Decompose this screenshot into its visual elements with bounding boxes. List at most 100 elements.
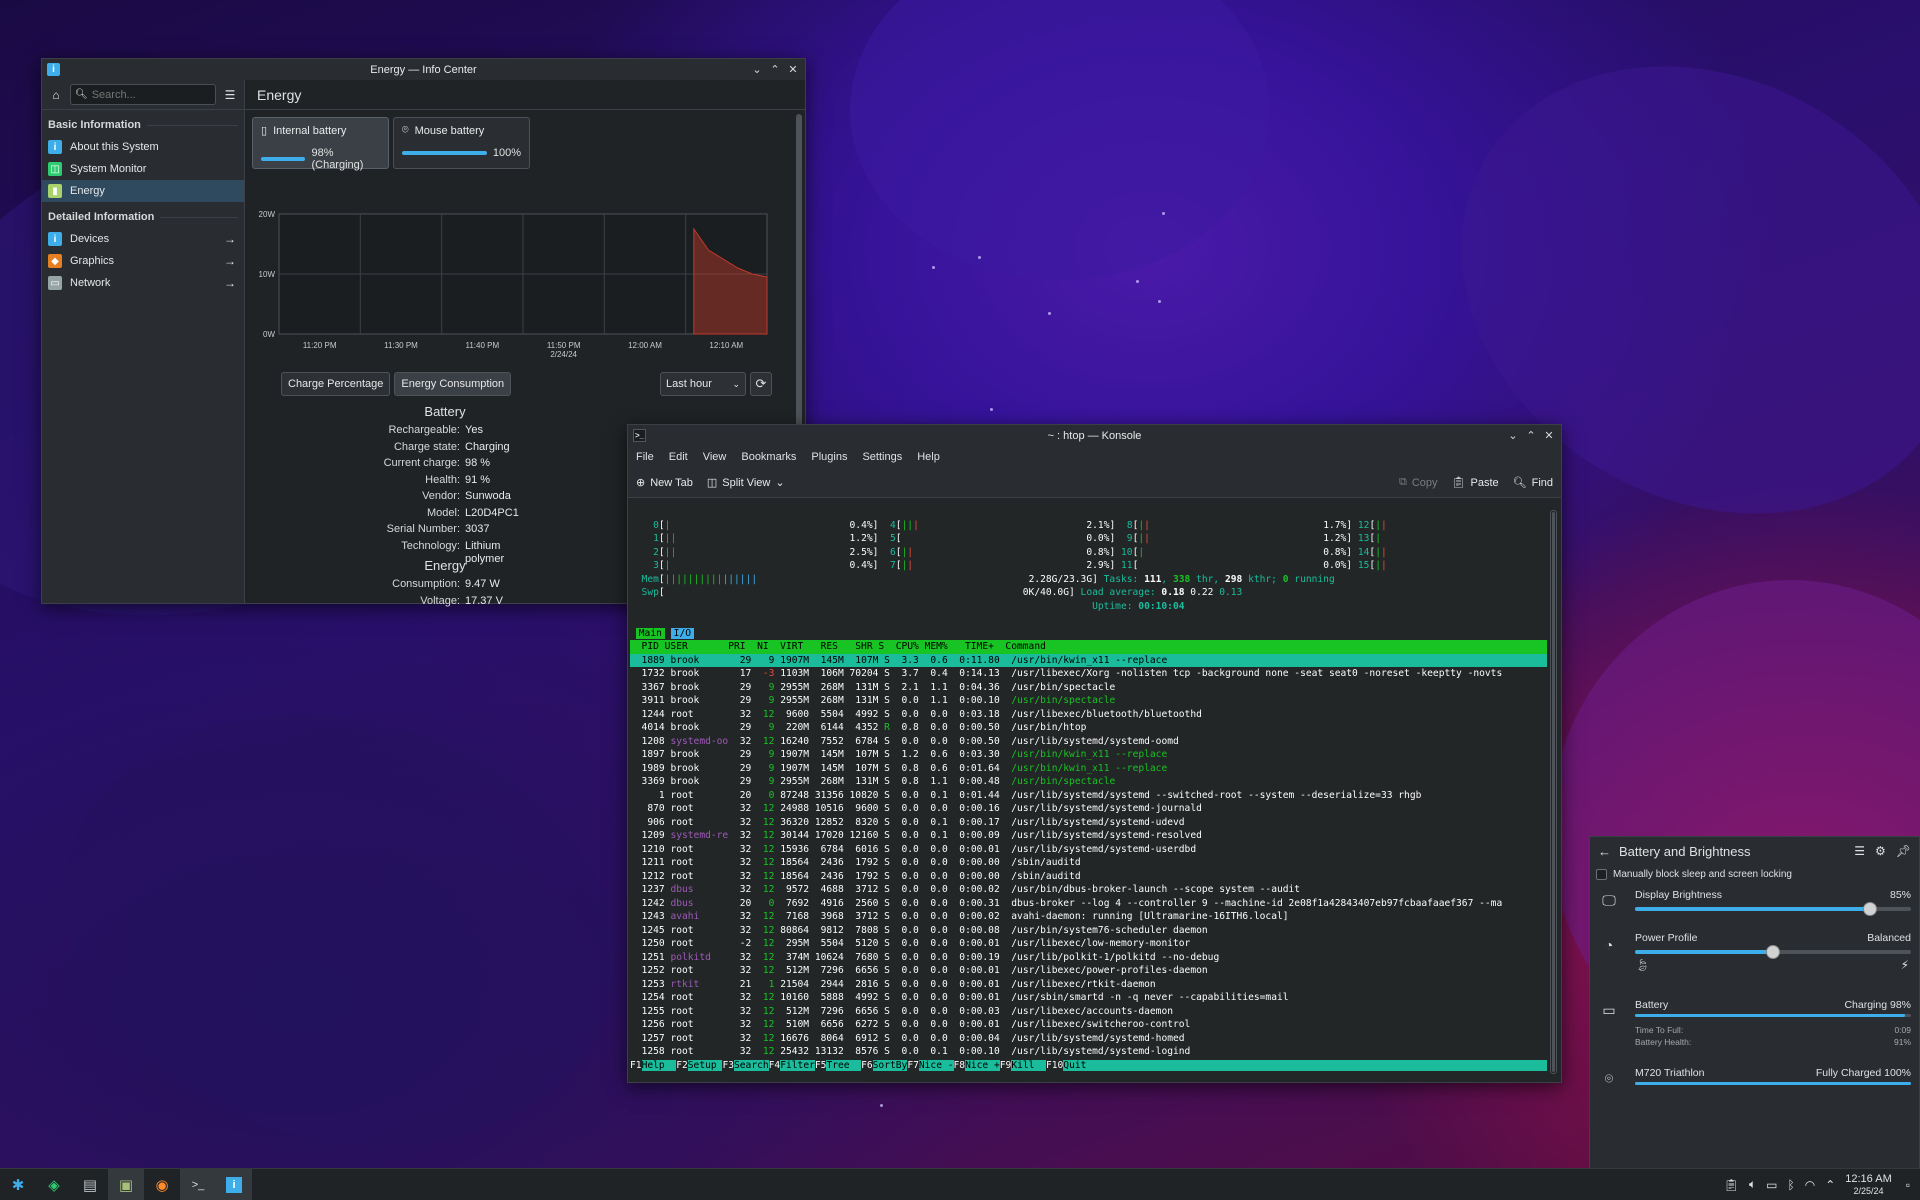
- process-row[interactable]: 1242 dbus 20 0 7692 4916 2560 S 0.0 0.0 …: [630, 897, 1547, 911]
- process-row[interactable]: 1209 systemd-re 32 12 30144 17020 12160 …: [630, 829, 1547, 843]
- sidebar-item-devices[interactable]: i Devices →: [42, 228, 244, 250]
- new-tab-button[interactable]: ⊕ New Tab: [636, 476, 693, 490]
- process-row[interactable]: 1989 brook 29 9 1907M 145M 107M S 0.8 0.…: [630, 762, 1547, 776]
- process-row[interactable]: 1897 brook 29 9 1907M 145M 107M S 1.2 0.…: [630, 748, 1547, 762]
- fkey-help-button[interactable]: Help: [641, 1059, 677, 1071]
- slider-handle[interactable]: [1862, 902, 1877, 916]
- process-row[interactable]: 1208 systemd-oo 32 12 16240 7552 6784 S …: [630, 735, 1547, 749]
- fkey-search-button[interactable]: Search: [734, 1059, 769, 1071]
- brightness-slider[interactable]: [1635, 902, 1911, 916]
- process-row[interactable]: 906 root 32 12 36320 12852 8320 S 0.0 0.…: [630, 816, 1547, 830]
- minimize-button[interactable]: ⌄: [750, 63, 764, 77]
- sidebar-item-graphics[interactable]: ◆ Graphics →: [42, 250, 244, 272]
- split-view-button[interactable]: ◫ Split View ⌄: [707, 476, 785, 490]
- process-row[interactable]: 1 root 20 0 87248 31356 10820 S 0.0 0.1 …: [630, 789, 1547, 803]
- checkbox[interactable]: [1596, 868, 1607, 880]
- close-button[interactable]: ✕: [1542, 429, 1556, 443]
- info-center-taskbar-icon[interactable]: i: [216, 1168, 252, 1200]
- process-row[interactable]: 1210 root 32 12 15936 6784 6016 S 0.0 0.…: [630, 843, 1547, 857]
- htop-tab-main[interactable]: Main: [635, 627, 665, 639]
- close-button[interactable]: ✕: [786, 63, 800, 77]
- sidebar-item-system-monitor[interactable]: ◫ System Monitor: [42, 158, 244, 180]
- store-icon[interactable]: ▤: [72, 1169, 108, 1200]
- process-row[interactable]: 1732 brook 17 -3 1103M 106M 70204 S 3.7 …: [630, 667, 1547, 681]
- process-row[interactable]: 1252 root 32 12 512M 7296 6656 S 0.0 0.0…: [630, 964, 1547, 978]
- process-row[interactable]: 1254 root 32 12 10160 5888 4992 S 0.0 0.…: [630, 991, 1547, 1005]
- process-row[interactable]: 1237 dbus 32 12 9572 4688 3712 S 0.0 0.0…: [630, 883, 1547, 897]
- minimize-button[interactable]: ⌄: [1506, 429, 1520, 443]
- menu-help[interactable]: Help: [917, 451, 940, 463]
- sidebar-item-energy[interactable]: ▮ Energy: [42, 180, 244, 202]
- block-sleep-checkbox[interactable]: Manually block sleep and screen locking: [1590, 865, 1919, 883]
- tray-expand-icon[interactable]: ⌃: [1825, 1178, 1835, 1192]
- fkey-kill-button[interactable]: Kill: [1011, 1059, 1046, 1071]
- menu-file[interactable]: File: [636, 451, 654, 463]
- charge-percentage-button[interactable]: Charge Percentage: [281, 372, 391, 396]
- slider-handle[interactable]: [1766, 945, 1780, 959]
- menu-edit[interactable]: Edit: [669, 451, 688, 463]
- mouse-battery-button[interactable]: ⌾ Mouse battery 100%: [393, 117, 530, 169]
- internal-battery-button[interactable]: ▯ Internal battery 98% (Charging): [252, 117, 389, 171]
- menu-bookmarks[interactable]: Bookmarks: [741, 451, 796, 463]
- maximize-button[interactable]: ⌃: [1524, 429, 1538, 443]
- copy-button[interactable]: ⧉ Copy: [1399, 476, 1438, 489]
- maximize-button[interactable]: ⌃: [768, 63, 782, 77]
- fkey-setup-button[interactable]: Setup: [687, 1059, 723, 1071]
- menu-view[interactable]: View: [703, 451, 727, 463]
- search-input[interactable]: [91, 88, 212, 101]
- show-desktop-icon[interactable]: ▫: [1906, 1178, 1910, 1192]
- process-row[interactable]: 1245 root 32 12 80864 9812 7808 S 0.0 0.…: [630, 924, 1547, 938]
- power-profile-slider[interactable]: [1635, 945, 1911, 959]
- wifi-icon[interactable]: ◠: [1805, 1178, 1815, 1192]
- process-row[interactable]: 1889 brook 29 9 1907M 145M 107M S 3.3 0.…: [630, 653, 1547, 667]
- refresh-icon[interactable]: ⟳: [750, 372, 772, 396]
- fkey-sortby-button[interactable]: SortBy: [872, 1059, 908, 1071]
- fkey-quit-button[interactable]: Quit: [1063, 1059, 1098, 1071]
- process-row[interactable]: 1255 root 32 12 512M 7296 6656 S 0.0 0.0…: [630, 1005, 1547, 1019]
- clock[interactable]: 12:16 AM 2/25/24: [1845, 1173, 1891, 1197]
- menu-plugins[interactable]: Plugins: [811, 451, 847, 463]
- process-row[interactable]: 3911 brook 29 9 2955M 268M 131M S 0.0 1.…: [630, 694, 1547, 708]
- process-row[interactable]: 1257 root 32 12 16676 8064 6912 S 0.0 0.…: [630, 1032, 1547, 1046]
- battery-tray-icon[interactable]: ▭: [1766, 1178, 1777, 1192]
- fkey-nice-button[interactable]: Nice -: [918, 1059, 954, 1071]
- process-row[interactable]: 1211 root 32 12 18564 2436 1792 S 0.0 0.…: [630, 856, 1547, 870]
- process-row[interactable]: 3367 brook 29 9 2955M 268M 131M S 2.1 1.…: [630, 681, 1547, 695]
- back-arrow-icon[interactable]: ←: [1598, 844, 1611, 859]
- discover-icon[interactable]: ◈: [36, 1169, 72, 1200]
- terminal-view[interactable]: 0[| 0.4%] 4[||| 2.1%] 8[|| 1.7%] 12[|| 1…: [630, 505, 1547, 1078]
- menu-settings[interactable]: Settings: [862, 451, 902, 463]
- fkey-filter-button[interactable]: Filter: [780, 1059, 815, 1071]
- sidebar-item-about-this-system[interactable]: i About this System: [42, 136, 244, 158]
- konsole-titlebar[interactable]: >_ ~ : htop — Konsole ⌄ ⌃ ✕: [628, 425, 1561, 446]
- configure-icon[interactable]: ⚙︎: [1875, 844, 1886, 858]
- process-row[interactable]: 1253 rtkit 21 1 21504 2944 2816 S 0.0 0.…: [630, 978, 1547, 992]
- process-row[interactable]: 1243 avahi 32 12 7168 3968 3712 S 0.0 0.…: [630, 910, 1547, 924]
- pin-icon[interactable]: 📌︎: [1896, 844, 1911, 858]
- fkey-nice-button[interactable]: Nice +: [965, 1059, 1000, 1071]
- firefox-icon[interactable]: ◉: [144, 1169, 180, 1200]
- application-launcher-icon[interactable]: ✱: [0, 1169, 36, 1200]
- htop-tab-io[interactable]: I/O: [670, 627, 694, 639]
- search-field[interactable]: 🔍︎: [70, 84, 216, 105]
- konsole-taskbar-icon[interactable]: >_: [180, 1168, 216, 1200]
- process-row[interactable]: 1250 root -2 12 295M 5504 5120 S 0.0 0.0…: [630, 937, 1547, 951]
- list-icon[interactable]: ☰: [1854, 844, 1865, 858]
- file-manager-icon[interactable]: ▣: [108, 1168, 144, 1200]
- process-row[interactable]: 1244 root 32 12 9600 5504 4992 S 0.0 0.0…: [630, 708, 1547, 722]
- find-button[interactable]: 🔍︎ Find: [1513, 476, 1553, 490]
- sidebar-item-network[interactable]: ▭ Network →: [42, 272, 244, 294]
- fkey-tree-button[interactable]: Tree: [826, 1059, 862, 1071]
- process-row[interactable]: 1258 root 32 12 25432 13132 8576 S 0.0 0…: [630, 1045, 1547, 1059]
- process-row[interactable]: 3369 brook 29 9 2955M 268M 131M S 0.8 1.…: [630, 775, 1547, 789]
- hamburger-menu-icon[interactable]: ☰: [220, 85, 240, 105]
- process-row[interactable]: 870 root 32 12 24988 10516 9600 S 0.0 0.…: [630, 802, 1547, 816]
- home-icon[interactable]: ⌂: [46, 85, 66, 105]
- terminal-scrollbar[interactable]: [1550, 510, 1557, 1074]
- process-row[interactable]: 1212 root 32 12 18564 2436 1792 S 0.0 0.…: [630, 870, 1547, 884]
- paste-button[interactable]: 📋︎ Paste: [1452, 476, 1499, 490]
- info-center-titlebar[interactable]: i Energy — Info Center ⌄ ⌃ ✕: [42, 59, 805, 80]
- process-row[interactable]: 4014 brook 29 9 220M 6144 4352 R 0.8 0.0…: [630, 721, 1547, 735]
- time-range-select[interactable]: Last hour ⌄: [660, 372, 746, 396]
- process-row[interactable]: 1251 polkitd 32 12 374M 10624 7680 S 0.0…: [630, 951, 1547, 965]
